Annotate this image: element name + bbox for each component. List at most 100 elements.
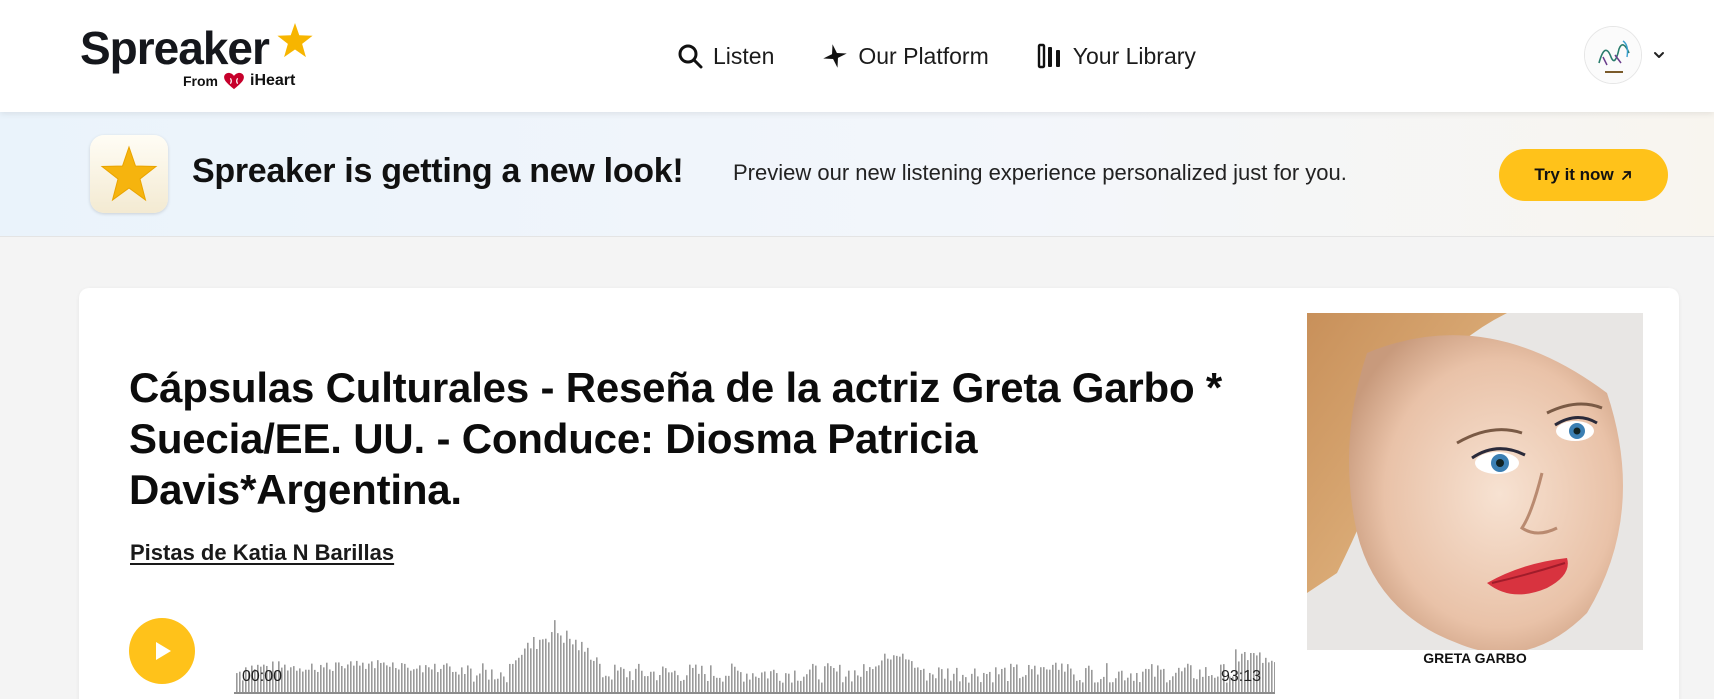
waveform-bar — [1004, 667, 1006, 692]
waveform-bar — [449, 666, 451, 692]
waveform-bar — [740, 672, 742, 692]
try-it-now-button[interactable]: Try it now — [1499, 149, 1668, 201]
show-link[interactable]: Pistas de Katia N Barillas — [130, 540, 394, 566]
waveform-bar — [536, 648, 538, 692]
waveform-bar — [635, 668, 637, 692]
waveform-bar — [809, 669, 811, 692]
waveform-bar — [1061, 663, 1063, 692]
waveform-bar — [1043, 667, 1045, 692]
play-button[interactable] — [129, 618, 195, 684]
top-header: Spreaker From iHeart Listen Our Platform — [0, 0, 1714, 112]
waveform-bar — [791, 682, 793, 692]
nav-your-library-label: Your Library — [1072, 42, 1196, 69]
waveform-bar — [1019, 678, 1021, 692]
account-menu[interactable] — [1584, 26, 1666, 84]
waveform-bar — [554, 620, 556, 692]
waveform-bar — [881, 660, 883, 692]
episode-cover-image — [1307, 313, 1643, 650]
waveform-bar — [356, 660, 358, 692]
waveform-bar — [785, 673, 787, 692]
waveform-bar — [557, 633, 559, 692]
waveform-bar — [1211, 675, 1213, 692]
nav-our-platform[interactable]: Our Platform — [822, 38, 989, 74]
waveform-bar — [902, 653, 904, 692]
waveform-bar — [290, 667, 292, 692]
waveform-bar — [341, 666, 343, 692]
waveform-bar — [590, 659, 592, 692]
waveform-seekbar[interactable] — [234, 610, 1275, 694]
waveform-bar — [605, 675, 607, 692]
waveform-bar — [338, 662, 340, 692]
waveform-bar — [761, 672, 763, 692]
waveform-bar — [572, 644, 574, 692]
waveform-bar — [527, 642, 529, 692]
waveform-bar — [812, 663, 814, 692]
waveform-bar — [503, 676, 505, 692]
waveform-bar — [680, 680, 682, 692]
waveform-bar — [353, 665, 355, 692]
waveform-bar — [299, 668, 301, 692]
waveform-bar — [1046, 669, 1048, 692]
waveform-bar — [545, 638, 547, 692]
waveform-bar — [1022, 676, 1024, 692]
waveform-bar — [1082, 682, 1084, 692]
waveform-bar — [959, 681, 961, 692]
waveform-bar — [509, 663, 511, 692]
waveform-bar — [1178, 667, 1180, 692]
avatar-logo-image — [1585, 27, 1641, 83]
waveform-bar — [782, 682, 784, 692]
waveform-bar — [1070, 668, 1072, 692]
waveform-bar — [626, 677, 628, 692]
waveform-bar — [854, 670, 856, 692]
nav-listen[interactable]: Listen — [677, 38, 774, 74]
waveform-bar — [803, 676, 805, 692]
waveform-bar — [371, 661, 373, 692]
waveform-bar — [515, 660, 517, 692]
waveform-bar — [383, 662, 385, 692]
waveform-bar — [653, 671, 655, 692]
waveform-bar — [1133, 680, 1135, 692]
waveform-bar — [896, 655, 898, 692]
waveform-bar — [1169, 680, 1171, 692]
waveform-bar — [314, 669, 316, 692]
waveform-bar — [686, 675, 688, 692]
waveform-bar — [716, 677, 718, 692]
waveform-bar — [977, 676, 979, 692]
current-time: 00:00 — [242, 668, 283, 685]
waveform-bar — [1013, 667, 1015, 692]
waveform-bar — [1088, 665, 1090, 692]
waveform-bar — [830, 666, 832, 692]
waveform-bar — [968, 682, 970, 692]
waveform-bar — [611, 679, 613, 692]
chevron-down-icon[interactable] — [1652, 48, 1666, 62]
spreaker-logo[interactable]: Spreaker From iHeart — [80, 20, 320, 95]
user-avatar[interactable] — [1584, 26, 1642, 84]
waveform-bar — [389, 666, 391, 692]
waveform-bar — [395, 668, 397, 692]
waveform-bar — [569, 638, 571, 692]
waveform-bar — [446, 663, 448, 692]
waveform-bar — [911, 661, 913, 692]
arrow-up-right-icon — [1621, 170, 1631, 180]
waveform-bar — [662, 666, 664, 692]
waveform-bar — [749, 679, 751, 692]
waveform-bar — [575, 639, 577, 692]
banner-title: Spreaker is getting a new look! — [192, 152, 684, 190]
nav-your-library[interactable]: Your Library — [1037, 38, 1196, 74]
waveform-bar — [617, 670, 619, 692]
waveform-bar — [1109, 682, 1111, 692]
waveform-bar — [1214, 677, 1216, 692]
waveform-bar — [413, 669, 415, 692]
waveform-bar — [578, 650, 580, 692]
waveform-bar — [488, 679, 490, 692]
waveform-bar — [641, 670, 643, 692]
waveform-bar — [284, 664, 286, 692]
waveform-bar — [491, 669, 493, 692]
waveform-bar — [305, 669, 307, 692]
waveform-bar — [1127, 677, 1129, 692]
waveform-bar — [671, 672, 673, 692]
waveform-bar — [752, 673, 754, 692]
waveform-bar — [386, 665, 388, 692]
waveform-bar — [857, 675, 859, 692]
waveform-bar — [350, 661, 352, 692]
